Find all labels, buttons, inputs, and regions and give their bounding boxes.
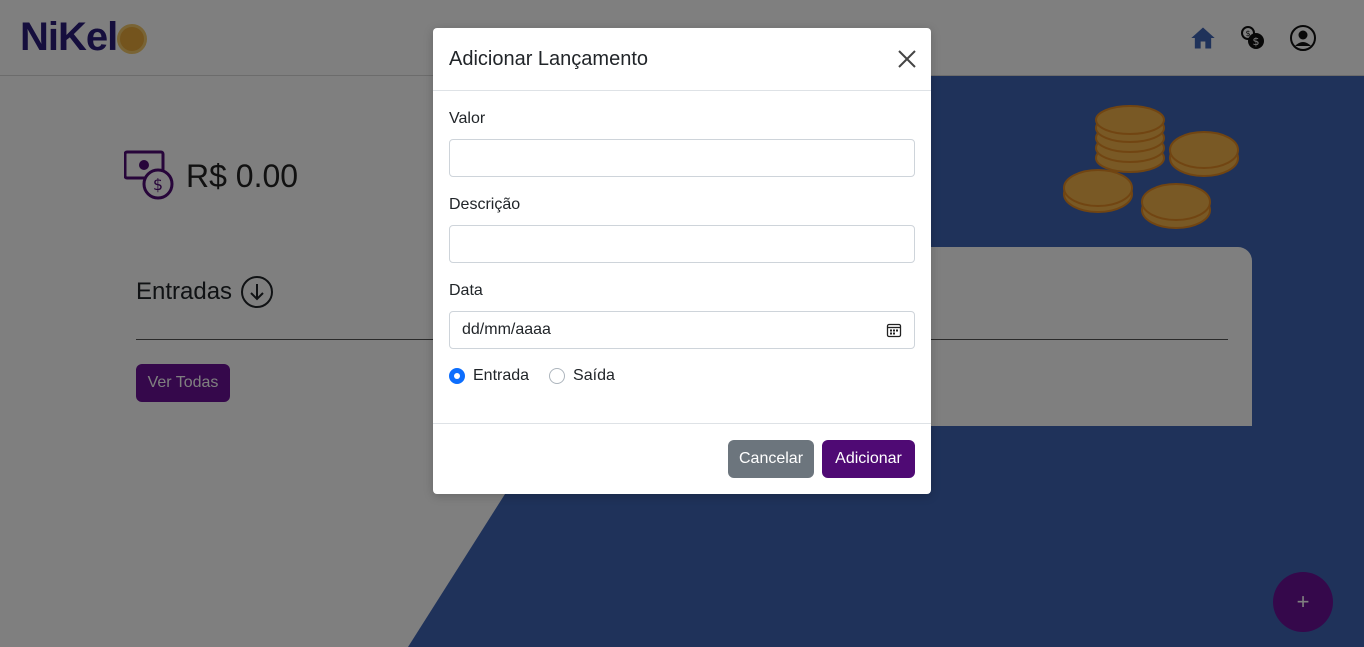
descricao-label: Descrição: [449, 196, 521, 213]
cancel-button[interactable]: Cancelar: [728, 440, 814, 478]
date-input[interactable]: dd/mm/aaaa: [449, 311, 915, 349]
valor-input[interactable]: [449, 139, 915, 177]
data-label: Data: [449, 282, 483, 299]
modal-header: Adicionar Lançamento: [433, 28, 931, 91]
modal-footer: Cancelar Adicionar: [433, 423, 931, 494]
type-radio-group: Entrada Saída: [449, 367, 635, 385]
modal-title: Adicionar Lançamento: [449, 48, 649, 70]
calendar-icon[interactable]: [886, 322, 902, 338]
descricao-input[interactable]: [449, 225, 915, 263]
valor-label: Valor: [449, 110, 486, 127]
close-icon[interactable]: [897, 49, 917, 69]
date-placeholder: dd/mm/aaaa: [462, 321, 551, 338]
saida-radio[interactable]: [549, 368, 566, 384]
entrada-radio[interactable]: [449, 368, 465, 384]
add-button[interactable]: Adicionar: [822, 440, 915, 478]
add-transaction-modal: Adicionar Lançamento Valor Descrição Dat…: [433, 28, 931, 494]
entrada-radio-label[interactable]: Entrada: [473, 367, 529, 385]
saida-radio-label[interactable]: Saída: [573, 367, 615, 385]
